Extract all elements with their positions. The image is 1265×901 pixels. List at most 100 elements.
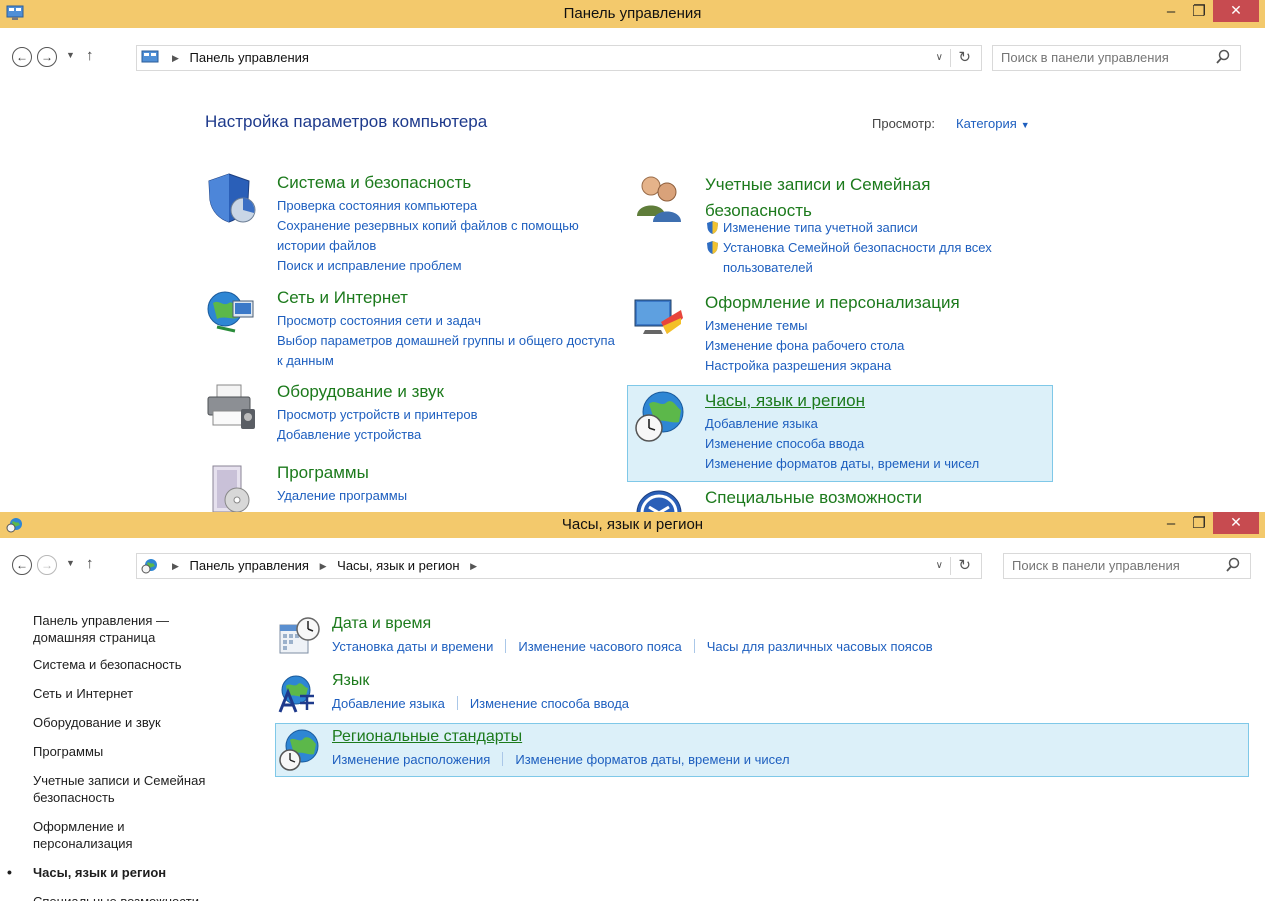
category-link[interactable]: Установка Семейной безопасности для всех… — [705, 238, 1035, 278]
category-title[interactable]: Часы, язык и регион — [705, 390, 865, 412]
accessibility-icon — [636, 490, 682, 512]
search-input[interactable] — [1001, 50, 1211, 65]
category-link[interactable]: Поиск и исправление проблем — [277, 256, 627, 276]
recent-locations-button[interactable]: ▼ — [66, 50, 75, 60]
category-link[interactable]: Изменение темы — [705, 316, 904, 336]
clock-globe-icon — [635, 391, 684, 442]
category-link[interactable]: Изменение способа ввода — [705, 434, 979, 454]
category-title[interactable]: Оборудование и звук — [277, 381, 444, 403]
category-link[interactable]: Выбор параметров домашней группы и общег… — [277, 331, 617, 371]
recent-locations-button[interactable]: ▼ — [66, 558, 75, 568]
sidebar-item-network[interactable]: Сеть и Интернет — [33, 685, 243, 702]
task-link[interactable]: Изменение часового пояса — [518, 639, 681, 654]
chevron-right-icon[interactable]: ▶ — [320, 561, 327, 571]
sidebar-item-accounts[interactable]: Учетные записи и Семейная безопасность — [33, 772, 243, 806]
category-link[interactable]: Добавление языка — [705, 414, 979, 434]
close-button[interactable]: ✕ — [1213, 512, 1259, 534]
category-title[interactable]: Учетные записи и Семейная безопасность — [705, 172, 985, 224]
forward-button[interactable]: → — [37, 555, 57, 575]
task-title[interactable]: Дата и время — [332, 615, 431, 633]
search-icon[interactable] — [1216, 49, 1230, 65]
task-link[interactable]: Изменение форматов даты, времени и чисел — [515, 752, 789, 767]
task-link[interactable]: Изменение расположения — [332, 752, 490, 767]
minimize-button[interactable]: – — [1157, 514, 1185, 536]
window-title: Панель управления — [563, 5, 702, 22]
category-link[interactable]: Проверка состояния компьютера — [277, 196, 627, 216]
up-button[interactable]: ↑ — [86, 555, 94, 572]
minimize-button[interactable]: – — [1157, 2, 1185, 24]
forward-button[interactable]: → — [37, 47, 57, 67]
breadcrumb-item[interactable]: Часы, язык и регион — [337, 558, 459, 573]
title-bar[interactable]: Часы, язык и регион – ❐ ✕ — [0, 512, 1265, 538]
refresh-icon[interactable]: ↻ — [958, 556, 971, 574]
clock-globe-icon — [141, 559, 157, 574]
maximize-button[interactable]: ❐ — [1185, 2, 1213, 24]
breadcrumb-item[interactable]: Панель управления — [190, 50, 309, 65]
divider — [693, 639, 695, 653]
category-link[interactable]: Удаление программы — [277, 486, 407, 506]
category-link[interactable]: Изменение фона рабочего стола — [705, 336, 904, 356]
chevron-right-icon[interactable]: ▶ — [470, 561, 477, 571]
chevron-down-icon[interactable]: ∨ — [936, 560, 943, 571]
printer-icon — [207, 384, 255, 429]
sidebar-item-hardware[interactable]: Оборудование и звук — [33, 714, 243, 731]
category-link[interactable]: Изменение форматов даты, времени и чисел — [705, 454, 979, 474]
back-button[interactable]: ← — [12, 47, 32, 67]
search-box[interactable] — [992, 45, 1241, 71]
task-title[interactable]: Язык — [332, 672, 369, 690]
task-link[interactable]: Установка даты и времени — [332, 639, 493, 654]
uac-shield-icon — [707, 241, 718, 254]
category-title[interactable]: Программы — [277, 462, 369, 484]
category-link[interactable]: Добавление устройства — [277, 425, 477, 445]
chevron-right-icon: ▶ — [172, 561, 179, 571]
category-link-label: Изменение типа учетной записи — [723, 220, 918, 235]
task-link[interactable]: Добавление языка — [332, 696, 445, 711]
uac-shield-icon — [707, 221, 718, 234]
chevron-down-icon[interactable]: ∨ — [936, 52, 943, 63]
title-bar[interactable]: Панель управления – ❐ ✕ — [0, 0, 1265, 28]
address-bar: ← → ▼ ↑ ▶ Панель управления ∨ ↻ — [0, 42, 1265, 72]
sidebar-item-accessibility[interactable]: Специальные возможности — [33, 893, 243, 901]
search-box[interactable] — [1003, 553, 1251, 579]
address-field[interactable]: ▶ Панель управления ▶ Часы, язык и регио… — [136, 553, 982, 579]
sidebar-item-home[interactable]: Панель управления — домашняя страница — [33, 612, 183, 646]
control-panel-icon — [141, 50, 159, 63]
close-button[interactable]: ✕ — [1213, 0, 1259, 22]
monitor-palette-icon — [634, 299, 683, 334]
search-input[interactable] — [1012, 558, 1222, 573]
clock-language-region-window: Часы, язык и регион – ❐ ✕ ← → ▼ ↑ ▶ Пане… — [0, 512, 1265, 901]
category-title[interactable]: Оформление и персонализация — [705, 292, 960, 314]
breadcrumb-item[interactable]: Панель управления — [190, 558, 309, 573]
task-link[interactable]: Изменение способа ввода — [470, 696, 629, 711]
current-bullet-icon: • — [7, 864, 12, 880]
task-link[interactable]: Часы для различных часовых поясов — [707, 639, 933, 654]
divider — [950, 557, 951, 575]
network-globe-icon — [207, 291, 254, 333]
category-title[interactable]: Система и безопасность — [277, 172, 471, 194]
back-button[interactable]: ← — [12, 555, 32, 575]
refresh-icon[interactable]: ↻ — [958, 48, 971, 66]
maximize-button[interactable]: ❐ — [1185, 514, 1213, 536]
sidebar-item-system-security[interactable]: Система и безопасность — [33, 656, 243, 673]
breadcrumb: ▶ Панель управления ▶ Часы, язык и регио… — [165, 558, 484, 573]
sidebar: Панель управления — домашняя страница Си… — [7, 612, 243, 901]
category-link[interactable]: Настройка разрешения экрана — [705, 356, 904, 376]
up-button[interactable]: ↑ — [86, 47, 94, 64]
shield-icon — [208, 173, 256, 223]
category-link[interactable]: Изменение типа учетной записи — [705, 218, 1035, 238]
sidebar-item-clock-region: • Часы, язык и регион — [7, 864, 243, 881]
calendar-clock-icon — [279, 617, 320, 654]
category-title[interactable]: Специальные возможности — [705, 487, 922, 509]
search-icon[interactable] — [1226, 557, 1240, 573]
task-links: Добавление языка Изменение способа ввода — [332, 696, 629, 711]
page-title: Настройка параметров компьютера — [205, 112, 488, 131]
category-title[interactable]: Сеть и Интернет — [277, 287, 408, 309]
task-title[interactable]: Региональные стандарты — [332, 728, 522, 746]
sidebar-item-programs[interactable]: Программы — [33, 743, 243, 760]
view-by-dropdown[interactable]: Категория ▼ — [956, 116, 1030, 131]
category-link[interactable]: Сохранение резервных копий файлов с помо… — [277, 216, 627, 256]
address-field[interactable]: ▶ Панель управления ∨ ↻ — [136, 45, 982, 71]
category-link[interactable]: Просмотр состояния сети и задач — [277, 311, 617, 331]
category-link[interactable]: Просмотр устройств и принтеров — [277, 405, 477, 425]
sidebar-item-appearance[interactable]: Оформление и персонализация — [33, 818, 173, 852]
